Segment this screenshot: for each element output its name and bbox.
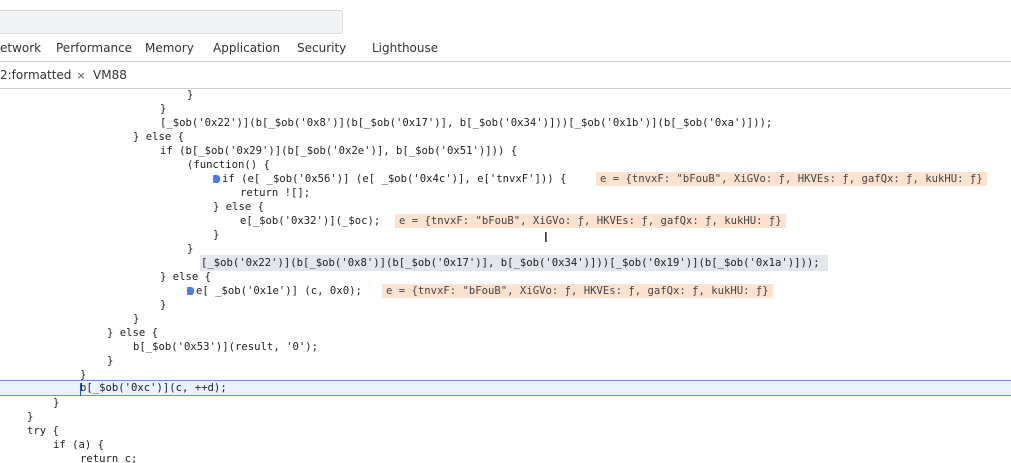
code-line: } (160, 103, 167, 115)
code-line: } else { (133, 131, 185, 143)
code-line: } (187, 243, 194, 255)
tab-network[interactable]: etwork (0, 41, 41, 55)
code-line: [_$ob('0x22')](b[_$ob('0x8')](b[_$ob('0x… (201, 257, 820, 269)
code-line: } (160, 299, 167, 311)
tab-performance[interactable]: Performance (56, 41, 132, 55)
code-editor[interactable]: } } [_$ob('0x22')](b[_$ob('0x8')](b[_$ob… (0, 88, 1011, 463)
code-line: [_$ob('0x22')](b[_$ob('0x8')](b[_$ob('0x… (160, 117, 773, 129)
tab-security[interactable]: Security (297, 41, 346, 55)
tab-lighthouse[interactable]: Lighthouse (372, 41, 438, 55)
inline-variable-value: e = {tnvxF: "bFouB", XiGVo: ƒ, HKVEs: ƒ,… (382, 284, 773, 298)
code-line: if (b[_$ob('0x29')](b[_$ob('0x2e')], b[_… (160, 145, 518, 157)
code-line: e[_$ob('0x32')](_$oc); e = {tnvxF: "bFou… (0, 214, 1011, 228)
inline-variable-value: e = {tnvxF: "bFouB", XiGVo: ƒ, HKVEs: ƒ,… (596, 172, 987, 186)
inline-variable-value: e = {tnvxF: "bFouB", XiGVo: ƒ, HKVEs: ƒ,… (395, 214, 786, 228)
code-line: } (213, 229, 220, 241)
code-line: } (133, 313, 140, 325)
tab-application[interactable]: Application (213, 41, 280, 55)
breakpoint-marker[interactable] (187, 287, 194, 295)
code-line: } (80, 369, 87, 381)
devtools-panel-tabs: etwork Performance Memory Application Se… (0, 35, 1011, 62)
code-line: } (107, 355, 114, 367)
tab-memory[interactable]: Memory (145, 41, 194, 55)
address-bar-strip[interactable] (0, 10, 343, 34)
file-tab-formatted[interactable]: 2:formatted × (0, 68, 86, 82)
code-line: if (e[ _$ob('0x56')] (e[ _$ob('0x4c')], … (0, 172, 1011, 186)
code-line-current: b[_$ob('0xc')](c, ++d); (80, 382, 227, 394)
file-tab-vm88[interactable]: VM88 (93, 68, 127, 82)
code-line: return c; (80, 453, 138, 463)
code-line: } (53, 397, 60, 409)
code-line: if (a) { (53, 439, 105, 451)
code-line: } (27, 411, 34, 423)
text-caret (80, 383, 81, 396)
code-line: return ![]; (240, 187, 311, 199)
browser-top-bar (0, 0, 1011, 35)
code-line: } else { (160, 271, 212, 283)
code-line: try { (27, 425, 59, 437)
text-cursor-icon: I (544, 231, 548, 246)
code-line: e[ _$ob('0x1e')] (c, 0x0); e = {tnvxF: "… (0, 284, 1011, 298)
code-line: (function() { (187, 159, 270, 171)
code-line: b[_$ob('0x53')](result, '0'); (133, 341, 318, 353)
code-line: } else { (213, 201, 265, 213)
breakpoint-marker[interactable] (213, 175, 220, 183)
code-line: } else { (107, 327, 159, 339)
file-tab-label: 2:formatted (0, 68, 72, 82)
code-line: } (187, 89, 194, 101)
source-file-tabs: 2:formatted × VM88 (0, 62, 1011, 89)
close-icon[interactable]: × (76, 69, 85, 82)
